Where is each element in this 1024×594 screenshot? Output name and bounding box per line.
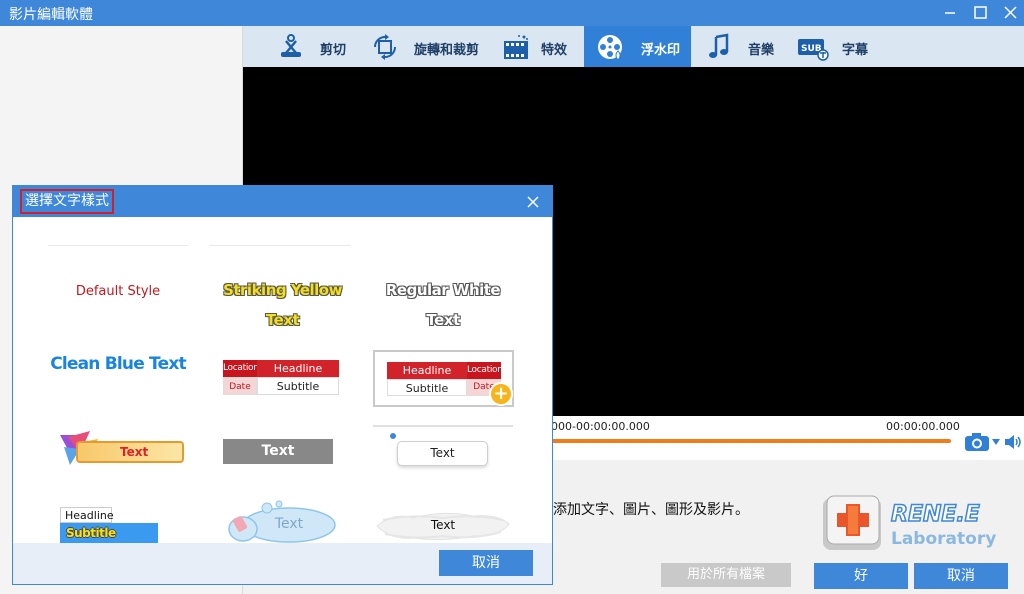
style-date-label: Date [223, 377, 257, 395]
rotate-crop-icon [374, 34, 396, 60]
style-rounded-label: Text [397, 441, 488, 466]
scissors-icon [281, 34, 301, 57]
style-cloud-bubble[interactable]: Text [223, 499, 341, 543]
watermark-hint-text: 添加文字、圖片、圖形及影片。 [553, 502, 749, 518]
tab-music[interactable]: 音樂 [701, 26, 781, 67]
logo-line1: RENE.E [891, 502, 980, 527]
style-headline-red[interactable]: Location Headline Date Subtitle [223, 360, 339, 395]
separator [48, 245, 188, 246]
style-headline-label: Headline [60, 507, 114, 523]
style-headline-label: Headline [387, 362, 467, 379]
time-range-readout: 000-00:00:00.000 [551, 420, 650, 433]
separator [373, 425, 513, 427]
subtitle-icon: SUB [798, 39, 829, 61]
style-subtitle-label: Subtitle [387, 379, 467, 396]
first-aid-logo-icon: RENE.E Laboratory [823, 495, 996, 550]
ok-button[interactable]: 好 [814, 563, 908, 589]
tab-label: 旋轉和裁剪 [414, 43, 480, 58]
dialog-cancel-button[interactable]: 取消 [439, 550, 533, 576]
style-brush-stroke[interactable]: Text [373, 506, 513, 543]
tab-label: 特效 [541, 43, 568, 58]
maximize-icon [974, 6, 987, 19]
tab-label: 字幕 [842, 43, 869, 58]
style-location-label: Location [467, 362, 503, 379]
time-end-readout: 00:00:00.000 [886, 420, 960, 433]
minimize-icon [945, 12, 955, 14]
tab-label: 音樂 [748, 43, 775, 58]
tab-subtitles[interactable]: SUB 字幕 [793, 26, 883, 67]
title-bar: 影片編輯軟體 [0, 0, 1024, 26]
style-gradient-banner[interactable]: Text [58, 427, 188, 472]
dialog-header: 選擇文字樣式 [13, 186, 552, 217]
tab-label: 浮水印 [641, 43, 681, 58]
feature-tab-bar: 剪切 旋轉和裁剪 特效 浮水印 音樂 SUB 字幕 [243, 26, 1024, 67]
video-editor-window: 影片編輯軟體 剪切 旋轉和裁剪 特效 浮水印 音樂 SUB 字幕 000-00:… [0, 0, 1024, 594]
style-gradient-label: Text [76, 441, 184, 463]
tab-watermark[interactable]: 浮水印 [584, 26, 691, 67]
tab-cut[interactable]: 剪切 [273, 26, 353, 67]
style-clean-blue[interactable]: Clean Blue Text [48, 347, 188, 381]
add-style-plus-icon[interactable]: + [489, 382, 513, 406]
style-brush-label: Text [430, 518, 456, 532]
dialog-footer: 取消 [13, 543, 552, 584]
dialog-close-icon[interactable] [525, 194, 541, 210]
text-style-grid: Default Style Striking Yellow Text Regul… [13, 217, 552, 543]
style-gray-box[interactable]: Text [223, 439, 333, 464]
close-icon [1004, 6, 1017, 19]
tab-rotate-crop[interactable]: 旋轉和裁剪 [367, 26, 491, 67]
window-title: 影片編輯軟體 [9, 7, 93, 23]
close-button[interactable] [994, 0, 1024, 26]
style-headline-subtitle-blue[interactable]: Headline Subtitle [60, 507, 160, 543]
minimize-button[interactable] [934, 0, 966, 26]
dialog-title: 選擇文字樣式 [20, 189, 114, 214]
film-effects-icon [504, 35, 528, 59]
style-striking-yellow[interactable]: Striking Yellow Text [210, 275, 355, 329]
style-regular-white[interactable]: Regular White Text [373, 275, 513, 329]
tab-effects[interactable]: 特效 [498, 26, 578, 67]
text-style-dialog: 選擇文字樣式 Default Style Striking Yellow Tex… [12, 185, 553, 585]
tab-label: 剪切 [320, 43, 347, 58]
maximize-button[interactable] [964, 0, 996, 26]
renee-laboratory-logo: RENE.E Laboratory [821, 494, 1001, 556]
dropdown-arrow-icon[interactable] [992, 439, 1000, 445]
camera-icon[interactable] [964, 432, 990, 452]
style-headline-label: Headline [257, 360, 339, 377]
apply-to-all-files-button[interactable]: 用於所有檔案 [661, 563, 791, 587]
style-default[interactable]: Default Style [48, 277, 188, 307]
style-cloud-label: Text [274, 516, 304, 532]
style-rounded-box[interactable]: Text [373, 423, 513, 471]
volume-icon[interactable] [1003, 432, 1023, 452]
logo-line2: Laboratory [891, 529, 996, 549]
dot-icon [390, 433, 396, 439]
cancel-button[interactable]: 取消 [914, 563, 1008, 589]
style-subtitle-label: Subtitle [257, 377, 339, 395]
music-note-icon [709, 33, 729, 58]
style-location-label: Location [223, 360, 259, 377]
film-reel-watermark-icon [598, 35, 622, 61]
style-subtitle-label: Subtitle [60, 523, 158, 543]
style-headline-red-selected[interactable]: Headline Location Subtitle Date + [373, 350, 514, 407]
separator [210, 245, 350, 246]
